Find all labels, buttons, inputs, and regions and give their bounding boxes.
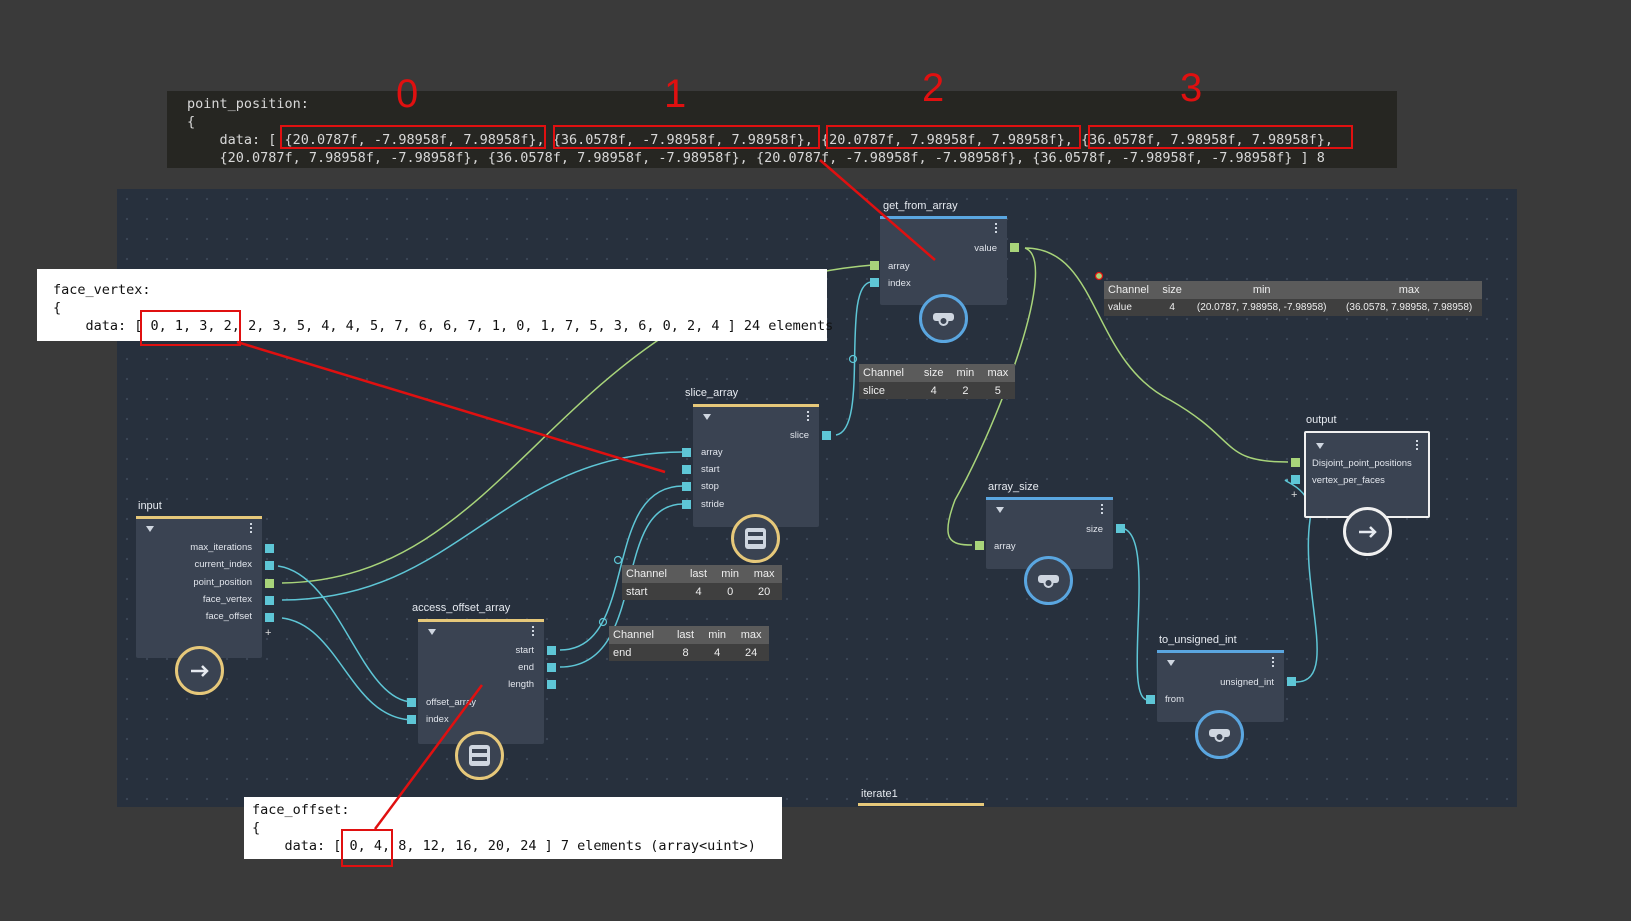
- annotation-line-face-vertex: [236, 340, 666, 474]
- annotation-lines: [236, 159, 936, 830]
- annotation-line-point: [819, 159, 936, 261]
- annotation-line-face-offset: [373, 684, 484, 830]
